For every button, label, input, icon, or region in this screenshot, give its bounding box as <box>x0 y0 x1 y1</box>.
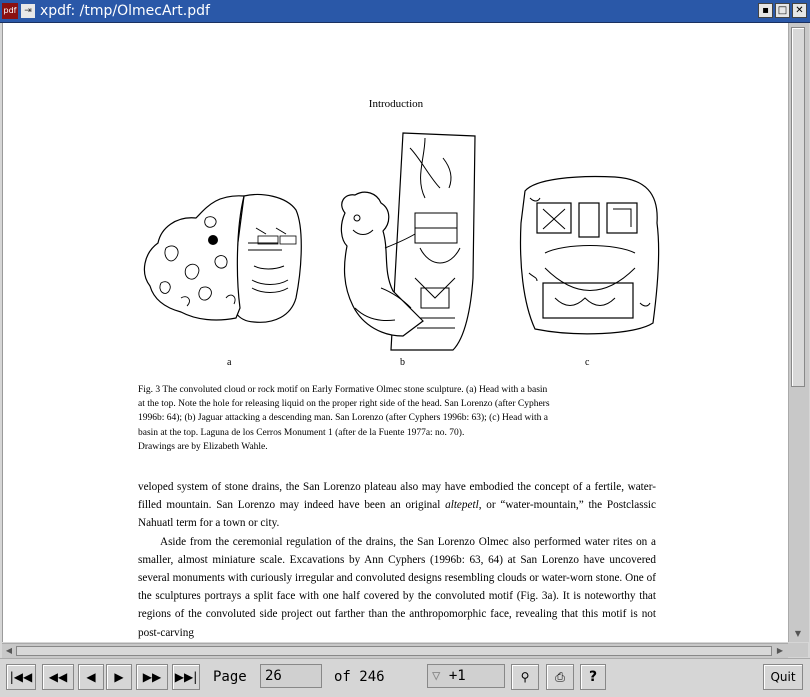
figure-label-a: a <box>227 357 232 368</box>
body-text: veloped system of stone drains, the San … <box>138 478 656 642</box>
prev-page-icon: ◀ <box>86 670 96 684</box>
document-view[interactable]: Introduction a b c Fig. 3 The convoluted… <box>2 23 789 642</box>
pdf-page: Introduction a b c Fig. 3 The convoluted… <box>3 23 789 642</box>
scroll-down-arrow-icon[interactable]: ▼ <box>791 628 805 640</box>
page-count: of 246 <box>334 669 385 685</box>
help-button[interactable]: ? <box>580 664 606 690</box>
page-label: Page <box>213 669 247 685</box>
maximize-icon: □ <box>777 5 788 16</box>
close-button[interactable]: ✕ <box>792 3 807 18</box>
back-5-pages-button[interactable]: ◀◀ <box>42 664 74 690</box>
forward-5-icon: ▶▶ <box>142 670 162 684</box>
print-icon: ⎙ <box>555 670 565 684</box>
vertical-scroll-thumb[interactable] <box>791 27 805 387</box>
scrollbar-corner <box>788 643 808 657</box>
close-icon: ✕ <box>795 5 804 16</box>
back-5-icon: ◀◀ <box>48 670 68 684</box>
first-page-icon: |◀◀ <box>9 670 33 684</box>
figure-b-drawing <box>340 132 476 351</box>
find-button[interactable]: ⚲ <box>511 664 539 690</box>
forward-5-pages-button[interactable]: ▶▶ <box>136 664 168 690</box>
iconify-icon: ▪ <box>762 5 769 16</box>
paragraph-2: Aside from the ceremonial regulation of … <box>138 535 656 639</box>
figure-label-b: b <box>400 357 405 368</box>
chevron-down-icon: ▽ <box>432 668 441 684</box>
horizontal-scrollbar[interactable]: ◀ ▶ <box>2 643 788 658</box>
page-number-input[interactable]: 26 <box>260 664 322 688</box>
next-page-icon: ▶ <box>114 670 124 684</box>
first-page-button[interactable]: |◀◀ <box>6 664 36 690</box>
zoom-select[interactable]: ▽ +1 <box>427 664 505 688</box>
running-header: Introduction <box>368 98 424 110</box>
pin-icon[interactable]: ⇥ <box>21 4 35 18</box>
figure-caption: Fig. 3 The convoluted cloud or rock moti… <box>138 383 658 454</box>
caption-line: at the top. Note the hole for releasing … <box>138 399 550 410</box>
pdf-app-icon[interactable]: pdf <box>2 3 18 19</box>
maximize-button[interactable]: □ <box>775 3 790 18</box>
figure-c-drawing <box>519 175 660 335</box>
caption-line: 1996b: 64); (b) Jaguar attacking a desce… <box>138 413 548 424</box>
figure-a-drawing <box>143 193 302 323</box>
caption-line: basin at the top. Laguna de los Cerros M… <box>138 427 465 438</box>
find-icon: ⚲ <box>520 670 530 684</box>
scroll-left-arrow-icon[interactable]: ◀ <box>3 645 15 657</box>
zoom-value: +1 <box>448 668 466 684</box>
vertical-scrollbar[interactable]: ▼ <box>788 23 809 642</box>
iconify-button[interactable]: ▪ <box>758 3 773 18</box>
scroll-right-arrow-icon[interactable]: ▶ <box>774 645 786 657</box>
print-button[interactable]: ⎙ <box>546 664 574 690</box>
quit-button[interactable]: Quit <box>763 664 803 690</box>
figure-label-c: c <box>585 357 590 368</box>
next-page-button[interactable]: ▶ <box>106 664 132 690</box>
last-page-button[interactable]: ▶▶| <box>172 664 200 690</box>
caption-line: Fig. 3 The convoluted cloud or rock moti… <box>138 385 548 395</box>
horizontal-scroll-thumb[interactable] <box>16 646 772 656</box>
last-page-icon: ▶▶| <box>174 670 198 684</box>
window-titlebar[interactable]: pdf ⇥ xpdf: /tmp/OlmecArt.pdf ▪ □ ✕ <box>0 0 810 23</box>
toolbar: |◀◀ ◀◀ ◀ ▶ ▶▶ ▶▶| Page 26 of 246 ▽ +1 ⚲ … <box>0 658 810 697</box>
window-title: xpdf: /tmp/OlmecArt.pdf <box>40 3 210 19</box>
prev-page-button[interactable]: ◀ <box>78 664 104 690</box>
paragraph-1: veloped system of stone drains, the San … <box>138 481 656 530</box>
help-icon: ? <box>588 669 598 685</box>
caption-line: Drawings are by Elizabeth Wahle. <box>138 441 268 452</box>
